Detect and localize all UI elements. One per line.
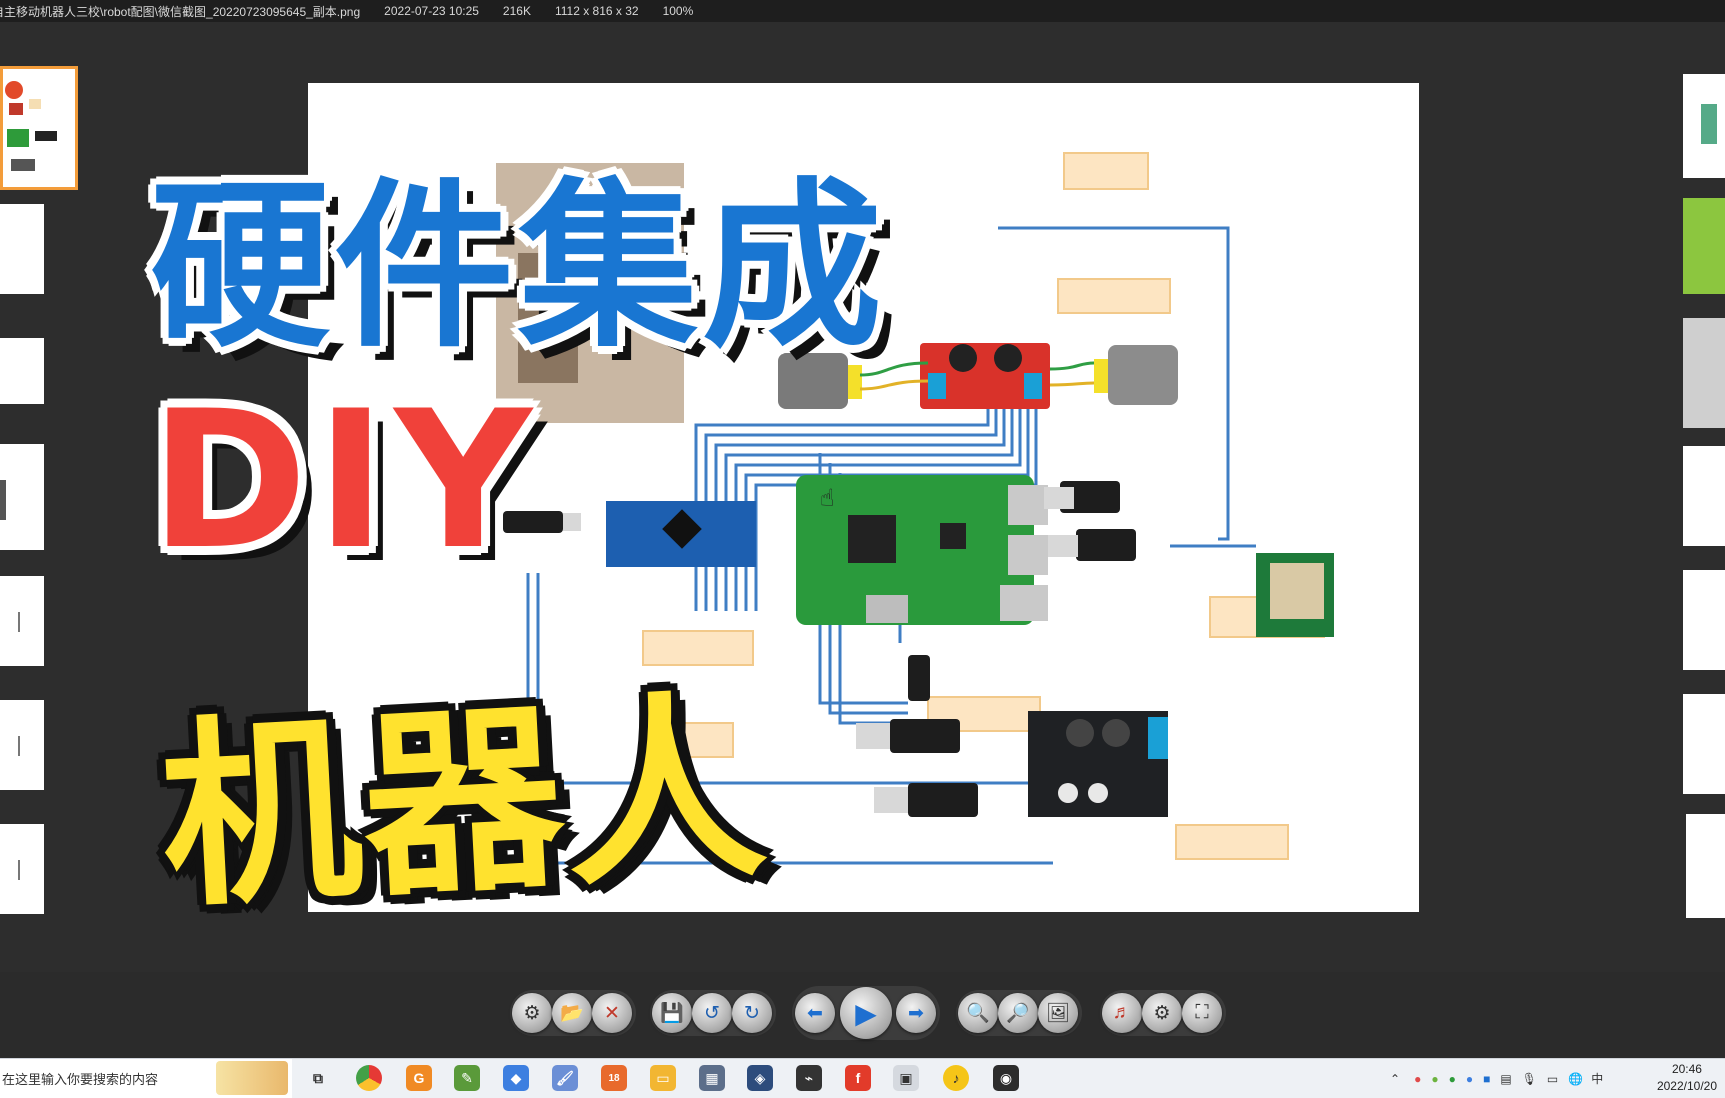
battery-icon[interactable]: ▭ <box>1547 1072 1558 1086</box>
image-info-bar: 自主移动机器人三校\robot配图\微信截图_20220723095645_副本… <box>0 0 1725 22</box>
system-clock[interactable]: 20:46 2022/10/20 <box>1657 1061 1717 1095</box>
thumbnail[interactable] <box>1683 318 1725 428</box>
search-decoration-icon <box>216 1061 288 1095</box>
thumbnail[interactable] <box>0 338 44 404</box>
thumbnail-current[interactable] <box>0 66 78 190</box>
zoom-out-icon[interactable]: 🔍 <box>958 993 998 1033</box>
settings-icon[interactable]: ⚙ <box>512 993 552 1033</box>
thumbnail[interactable] <box>1683 570 1725 670</box>
app-calendar-icon[interactable]: 18 <box>601 1065 627 1091</box>
zoom-in-icon[interactable]: 🔎 <box>998 993 1038 1033</box>
windows-taskbar: 在这里输入你要搜索的内容 ⧉ G ✎ ◆ 🖌 18 ▭ ▦ ◈ ⌁ f ▣ ♪ … <box>0 1058 1725 1098</box>
app-cube-icon[interactable]: ◈ <box>747 1065 773 1091</box>
thumbnail[interactable] <box>0 576 44 666</box>
search-placeholder: 在这里输入你要搜索的内容 <box>2 1072 159 1087</box>
app-red-icon[interactable]: f <box>845 1065 871 1091</box>
chevron-up-icon[interactable]: ⌃ <box>1390 1072 1400 1086</box>
system-tray: ⌃ ● ● ● ● ■ ▤ 🎙 ▭ 🌐 中 <box>1390 1059 1603 1098</box>
clock-time: 20:46 <box>1671 1062 1702 1076</box>
file-size: 216K <box>502 4 531 18</box>
viewer-toolbar: ⚙ 📂 ✕ 💾 ↺ ↻ ⬅ ▶ ➡ 🔍 🔎 🖼 ♬ ⚙ ⛶ <box>0 972 1725 1058</box>
app-camera-icon[interactable]: ◉ <box>993 1065 1019 1091</box>
task-view-icon[interactable]: ⧉ <box>305 1065 331 1091</box>
options-icon[interactable]: ⚙ <box>1142 993 1182 1033</box>
title-line-3: 机器人 <box>155 671 773 936</box>
thumbnail[interactable] <box>1686 814 1725 918</box>
open-folder-icon[interactable]: 📂 <box>552 993 592 1033</box>
clock-date: 2022/10/20 <box>1656 1079 1717 1093</box>
taskbar-search-box[interactable]: 在这里输入你要搜索的内容 <box>0 1059 292 1098</box>
music-icon[interactable]: ♬ <box>1102 993 1142 1033</box>
thumbnail[interactable] <box>0 444 44 550</box>
app-paint-icon[interactable]: 🖌 <box>552 1065 578 1091</box>
delete-icon[interactable]: ✕ <box>592 993 632 1033</box>
app-terminal-icon[interactable]: ⌁ <box>796 1065 822 1091</box>
app-blue-icon[interactable]: ◆ <box>503 1065 529 1091</box>
rotate-right-icon[interactable]: ↻ <box>732 993 772 1033</box>
tray-app-icon[interactable]: ● <box>1466 1072 1473 1086</box>
thumbnail[interactable] <box>0 824 44 914</box>
tray-app-icon[interactable]: ■ <box>1483 1072 1490 1086</box>
app-music-icon[interactable]: ♪ <box>943 1065 969 1091</box>
app-orange-icon[interactable]: G <box>406 1065 432 1091</box>
thumbnail[interactable] <box>0 204 44 294</box>
network-icon[interactable]: 🌐 <box>1568 1072 1583 1086</box>
title-line-2: DIY <box>150 370 540 591</box>
image-viewer-app-icon[interactable]: ▣ <box>893 1065 919 1091</box>
tray-app-icon[interactable]: ● <box>1449 1072 1456 1086</box>
hand-cursor-icon: ☝ <box>820 485 835 512</box>
title-line-1: 硬件集成 <box>150 163 887 372</box>
file-explorer-icon[interactable]: ▭ <box>650 1065 676 1091</box>
tray-app-icon[interactable]: ● <box>1431 1072 1438 1086</box>
thumbnail[interactable] <box>1683 446 1725 546</box>
thumbnail[interactable] <box>1683 198 1725 294</box>
microphone-icon[interactable]: 🎙 <box>1522 1072 1537 1086</box>
thumbnail[interactable] <box>1683 74 1725 178</box>
fullscreen-icon[interactable]: ⛶ <box>1182 993 1222 1033</box>
thumbnail[interactable] <box>1683 694 1725 794</box>
next-icon[interactable]: ➡ <box>896 993 936 1033</box>
file-datetime: 2022-07-23 10:25 <box>384 4 479 18</box>
tray-app-icon[interactable]: ● <box>1414 1072 1421 1086</box>
file-path: 自主移动机器人三校\robot配图\微信截图_20220723095645_副本… <box>0 4 361 19</box>
rotate-left-icon[interactable]: ↺ <box>692 993 732 1033</box>
tray-app-icon[interactable]: ▤ <box>1500 1072 1511 1086</box>
image-dimensions: 1112 x 816 x 32 <box>554 4 639 18</box>
ime-indicator[interactable]: 中 <box>1591 1070 1603 1087</box>
app-image-editor-icon[interactable]: ✎ <box>454 1065 480 1091</box>
fit-window-icon[interactable]: 🖼 <box>1038 993 1078 1033</box>
chrome-icon[interactable] <box>356 1065 382 1091</box>
play-icon[interactable]: ▶ <box>840 987 892 1039</box>
thumbnail[interactable] <box>0 700 44 790</box>
zoom-level: 100% <box>662 4 694 18</box>
previous-icon[interactable]: ⬅ <box>795 993 835 1033</box>
app-network-icon[interactable]: ▦ <box>699 1065 725 1091</box>
save-icon[interactable]: 💾 <box>652 993 692 1033</box>
